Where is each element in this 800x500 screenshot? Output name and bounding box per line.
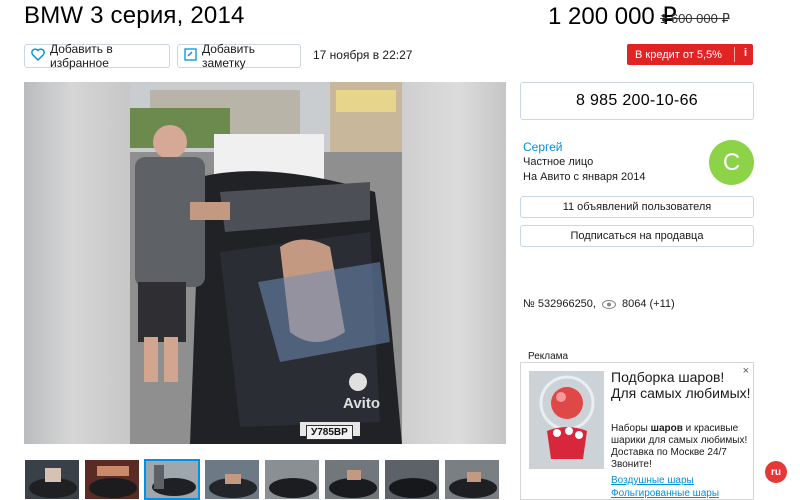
avatar[interactable]: С (709, 140, 754, 185)
listing-meta: № 532966250, 8064 (+11) (523, 298, 675, 310)
thumbnail-6[interactable] (324, 459, 380, 500)
photo-gallery[interactable]: Avito У785ВР (24, 82, 506, 444)
thumbnail-2[interactable] (84, 459, 140, 500)
credit-divider (734, 47, 735, 62)
seller-listings-button[interactable]: 11 объявлений пользователя (520, 196, 754, 218)
listing-date: 17 ноября в 22:27 (313, 48, 413, 62)
ad-banner[interactable]: × Подборка шаров! Для самых любимых! Наб… (520, 362, 754, 500)
listing-id: № 532966250, (523, 298, 596, 310)
ad-text-start: Наборы (611, 423, 651, 434)
note-label: Добавить заметку (202, 42, 256, 70)
thumbnail-8[interactable] (444, 459, 500, 500)
thumbnail-strip (24, 459, 500, 500)
thumbnail-1[interactable] (24, 459, 80, 500)
thumbnail-7[interactable] (384, 459, 440, 500)
credit-button[interactable]: В кредит от 5,5% i (627, 44, 753, 65)
heart-icon (31, 48, 45, 64)
license-plate: У785ВР (306, 425, 353, 440)
eye-icon (601, 299, 616, 309)
seller-name-link[interactable]: Сергей (523, 140, 563, 154)
view-count: 8064 (+11) (621, 298, 675, 310)
thumbnail-3[interactable] (144, 459, 200, 500)
ad-label: Реклама (528, 351, 569, 362)
seller-since: На Авито с января 2014 (523, 171, 646, 183)
balloon-ad-image[interactable] (529, 371, 604, 469)
add-note-button[interactable]: Добавить заметку (177, 42, 301, 70)
ru-badge-icon: ru (765, 461, 787, 483)
add-to-favorites-button[interactable]: Добавить в избранное (24, 42, 170, 70)
favorites-label: Добавить в избранное (50, 42, 113, 70)
seller-type: Частное лицо (523, 156, 594, 168)
main-photo: Avito У785ВР (130, 82, 402, 444)
note-icon (184, 48, 197, 64)
thumbnail-4[interactable] (204, 459, 260, 500)
phone-number-button[interactable]: 8 985 200-10-66 (520, 82, 754, 120)
ad-link-balloons[interactable]: Воздушные шары (611, 475, 694, 486)
info-icon[interactable]: i (744, 47, 747, 59)
listing-price: 1 200 000 ₽ (548, 3, 677, 30)
thumbnail-5[interactable] (264, 459, 320, 500)
old-price: 1 600 000 ₽ (660, 11, 730, 26)
ad-title[interactable]: Подборка шаров! Для самых любимых! (611, 369, 751, 401)
ad-text-bold: шаров (650, 423, 683, 434)
ad-text: Наборы шаров и красивые шарики для самых… (611, 423, 753, 471)
subscribe-seller-button[interactable]: Подписаться на продавца (520, 225, 754, 247)
credit-label: В кредит от 5,5% (635, 48, 722, 61)
listing-title: BMW 3 серия, 2014 (24, 2, 245, 29)
avito-watermark: Avito (343, 395, 380, 412)
ad-link-foil-balloons[interactable]: Фольгированные шары (611, 488, 719, 499)
